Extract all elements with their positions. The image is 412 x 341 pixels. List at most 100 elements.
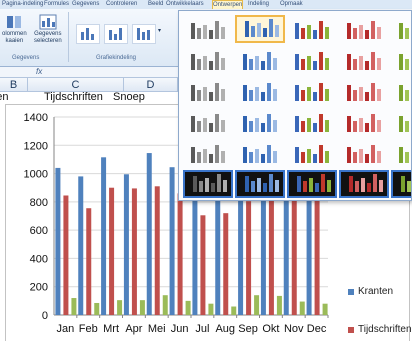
cell-tijdschriften[interactable]: Tijdschriften <box>44 92 103 103</box>
switch-row-column-icon <box>5 13 23 31</box>
ribbon-tab[interactable]: Opmaak <box>280 0 303 9</box>
chart-style-option[interactable] <box>391 77 411 105</box>
select-data-button[interactable]: Gegevens selecteren <box>34 13 62 45</box>
chart-style-bar <box>377 151 381 163</box>
cell-kranten[interactable]: Kranten <box>0 92 9 103</box>
chart-style-option[interactable] <box>339 108 389 136</box>
chart-style-bar <box>399 147 403 163</box>
ribbon-tab[interactable]: Indeling <box>248 0 269 9</box>
chart-style-bar <box>221 89 225 101</box>
chart-style-option[interactable] <box>339 15 389 43</box>
chart-style-bar <box>275 180 279 192</box>
chart-style-bar <box>297 176 301 192</box>
chart-style-bar <box>261 123 265 132</box>
chart-style-bar <box>273 120 277 132</box>
chart-style-option[interactable] <box>287 139 337 167</box>
chart-style-bar <box>347 54 351 70</box>
chart-style-option[interactable] <box>287 77 337 105</box>
chart-style-gallery[interactable] <box>178 10 412 201</box>
x-tick-label: Apr <box>125 323 142 335</box>
ribbon-tab[interactable]: Pagina-indeling <box>2 0 43 9</box>
chart-style-bar <box>327 180 331 192</box>
chart-style-option[interactable] <box>235 170 285 198</box>
chart-style-option[interactable] <box>339 46 389 74</box>
chart-style-option[interactable] <box>235 139 285 167</box>
chart-style-bar <box>215 83 219 101</box>
chart-style-option[interactable] <box>183 77 233 105</box>
ribbon-tab[interactable]: Beeld <box>148 0 163 9</box>
chart-style-option[interactable] <box>287 108 337 136</box>
chart-style-option[interactable] <box>235 77 285 105</box>
chart-style-option[interactable] <box>391 170 411 198</box>
y-tick-label: 800 <box>30 197 48 209</box>
chart-style-option[interactable] <box>183 46 233 74</box>
chart-style-option[interactable] <box>183 139 233 167</box>
chart-style-bar <box>371 21 375 39</box>
chart-style-option[interactable] <box>235 15 285 43</box>
chart-style-option[interactable] <box>339 170 389 198</box>
chart-style-bar <box>325 120 329 132</box>
chart-style-bar <box>243 54 247 70</box>
chart-style-option[interactable] <box>287 46 337 74</box>
y-tick-label: 400 <box>30 253 48 265</box>
chart-layout-option[interactable] <box>132 24 156 44</box>
chart-style-bar <box>221 151 225 163</box>
bar-tijdschriften <box>246 201 252 315</box>
chart-style-option[interactable] <box>183 170 233 198</box>
chart-style-option[interactable] <box>287 170 337 198</box>
chart-style-option[interactable] <box>183 108 233 136</box>
chart-layout-option[interactable] <box>104 24 128 44</box>
chevron-down-icon: ▾ <box>158 28 162 34</box>
formula-bar[interactable]: fx <box>0 67 178 78</box>
ribbon-tab[interactable]: Controleren <box>106 0 137 9</box>
legend-swatch <box>348 288 354 295</box>
chart-style-bar <box>191 54 195 70</box>
chart-style-option[interactable] <box>391 15 411 43</box>
chart-style-option[interactable] <box>391 46 411 74</box>
column-header-b[interactable]: B <box>0 78 28 92</box>
chart-style-option[interactable] <box>339 77 389 105</box>
ribbon-tab[interactable]: Ontwerpen <box>212 0 244 9</box>
chart-style-option[interactable] <box>235 46 285 74</box>
chart-style-bar <box>401 176 405 192</box>
chart-style-bar <box>215 114 219 132</box>
ribbon-tab-bar: Pagina-indeling Formules Gegevens Controler… <box>0 0 412 9</box>
legend-label: Kranten <box>358 286 394 297</box>
ribbon-tab[interactable]: Formules <box>44 0 69 9</box>
x-tick-label: Jan <box>57 323 75 335</box>
bar-snoep <box>276 295 282 315</box>
chart-style-bar <box>197 152 201 163</box>
bar-snoep <box>254 295 260 315</box>
x-tick-label: Feb <box>79 323 98 335</box>
chart-style-bar <box>359 56 363 70</box>
chart-style-bar <box>203 149 207 163</box>
cell-snoep[interactable]: Snoep <box>113 92 145 103</box>
column-header-c[interactable]: C <box>28 78 124 92</box>
chart-style-bar <box>267 83 271 101</box>
chart-style-bar <box>307 56 311 70</box>
chart-style-option[interactable] <box>339 139 389 167</box>
chart-style-option[interactable] <box>183 15 233 43</box>
chart-style-option[interactable] <box>391 139 411 167</box>
chart-layout-option[interactable] <box>76 24 100 44</box>
chart-style-option[interactable] <box>391 108 411 136</box>
chart-style-bar <box>307 149 311 163</box>
chart-style-option[interactable] <box>287 15 337 43</box>
column-header-d[interactable]: D <box>124 78 178 92</box>
x-tick-label: Mrt <box>103 323 119 335</box>
layout-more-button[interactable]: ▾ <box>158 28 161 35</box>
chart-style-bar <box>349 176 353 192</box>
ribbon-tab[interactable]: Ontwikkelaars <box>166 0 204 9</box>
x-tick-label: Nov <box>284 323 304 335</box>
chart-style-option[interactable] <box>235 108 285 136</box>
chart-style-bar <box>399 116 403 132</box>
ribbon-tab[interactable]: Gegevens <box>72 0 99 9</box>
bar-snoep <box>71 298 77 315</box>
bar-snoep <box>117 300 123 315</box>
chart-style-bar <box>249 121 253 132</box>
legend-item: Tijdschriften <box>348 324 412 335</box>
chart-style-bar <box>307 118 311 132</box>
chart-style-bar <box>365 61 369 70</box>
chart-style-bar <box>211 183 215 192</box>
switch-row-column-button[interactable]: olommen kaaien <box>2 13 27 45</box>
